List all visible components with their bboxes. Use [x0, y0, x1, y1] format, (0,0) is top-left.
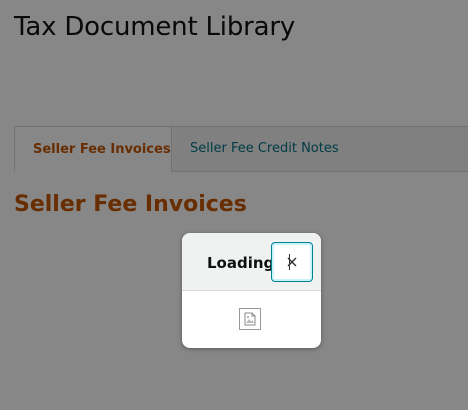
modal-header: Loading — [182, 233, 321, 291]
loading-modal: Loading — [182, 233, 321, 348]
modal-overlay[interactable] — [0, 0, 468, 410]
close-icon — [287, 257, 297, 267]
tax-document-library-page: Tax Document Library Seller Fee Invoices… — [0, 0, 468, 410]
modal-body — [182, 291, 321, 348]
broken-image-icon — [239, 308, 261, 330]
modal-title: Loading — [207, 254, 275, 272]
close-button[interactable] — [271, 242, 313, 282]
